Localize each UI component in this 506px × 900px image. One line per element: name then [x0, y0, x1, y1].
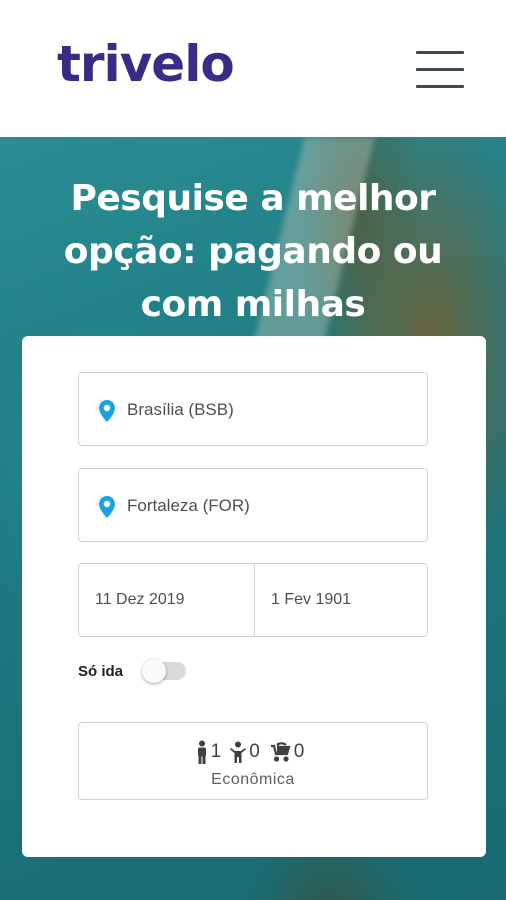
- one-way-label: Só ida: [78, 663, 124, 680]
- menu-button[interactable]: [410, 48, 470, 92]
- cabin-class: Econômica: [211, 771, 295, 788]
- children-count: 0: [249, 741, 260, 762]
- origin-field[interactable]: Brasília (BSB): [78, 372, 428, 446]
- departure-date-field[interactable]: 11 Dez 2019: [78, 563, 255, 637]
- one-way-toggle[interactable]: [142, 659, 188, 683]
- stroller-icon: [269, 741, 291, 763]
- destination-field[interactable]: Fortaleza (FOR): [78, 468, 428, 542]
- trivelo-logo[interactable]: trivelo: [57, 32, 235, 96]
- app-header: trivelo: [0, 0, 506, 137]
- departure-date-value: 11 Dez 2019: [95, 591, 185, 608]
- destination-value: Fortaleza (FOR): [127, 496, 250, 515]
- return-date-field[interactable]: 1 Fev 1901: [254, 563, 428, 637]
- location-pin-icon: [97, 495, 117, 519]
- return-date-value: 1 Fev 1901: [271, 591, 352, 608]
- location-pin-icon: [97, 399, 117, 423]
- hero-title: Pesquise a melhor opção: pagando ou com …: [63, 178, 443, 325]
- passengers-selector[interactable]: 1 0 0 Econômica: [78, 722, 428, 800]
- adult-icon: [196, 740, 208, 764]
- adults-count: 1: [210, 741, 222, 762]
- origin-value: Brasília (BSB): [127, 400, 234, 419]
- infants-count: 0: [293, 741, 305, 762]
- child-icon: [230, 741, 247, 763]
